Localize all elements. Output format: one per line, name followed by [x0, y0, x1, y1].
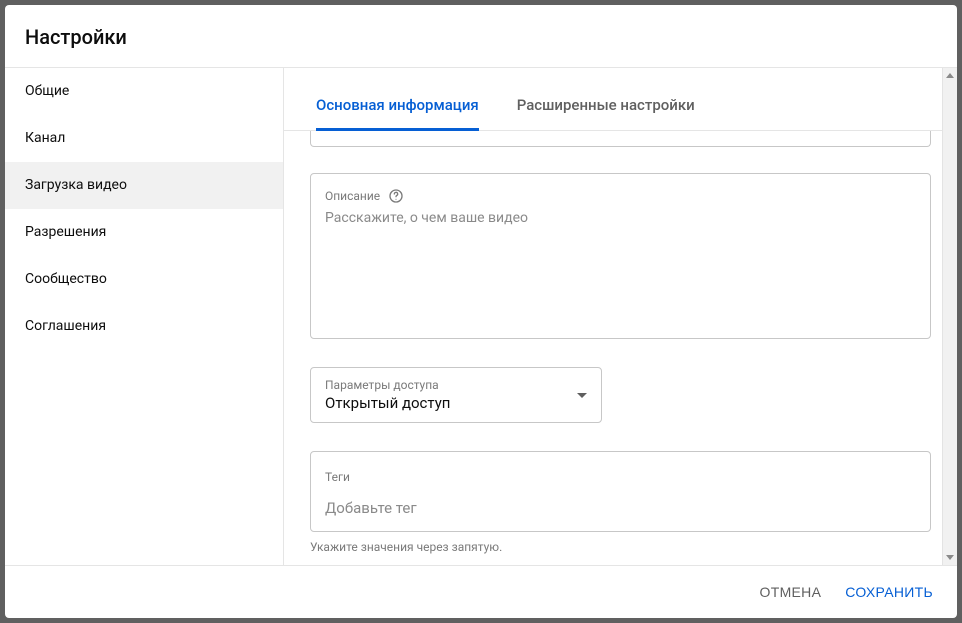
help-icon[interactable]: [388, 188, 404, 204]
modal-footer: ОТМЕНА СОХРАНИТЬ: [5, 565, 957, 618]
tab-advanced-settings[interactable]: Расширенные настройки: [517, 68, 695, 131]
sidebar-item-upload-defaults[interactable]: Загрузка видео: [5, 162, 283, 209]
modal-title: Настройки: [25, 25, 937, 49]
content-wrap: Основная информация Расширенные настройк…: [284, 68, 957, 565]
chevron-down-icon: [577, 393, 587, 398]
arrow-down-icon: [946, 555, 954, 560]
modal-header: Настройки: [5, 5, 957, 68]
save-button[interactable]: СОХРАНИТЬ: [845, 584, 933, 600]
scroll-up-button[interactable]: [943, 68, 957, 83]
sidebar-item-agreements[interactable]: Соглашения: [5, 303, 283, 350]
settings-sidebar: Общие Канал Загрузка видео Разрешения Со…: [5, 68, 284, 565]
privacy-select[interactable]: Параметры доступа Открытый доступ: [310, 367, 602, 423]
description-label: Описание: [325, 189, 380, 203]
description-textarea[interactable]: [325, 210, 916, 320]
modal-body: Общие Канал Загрузка видео Разрешения Со…: [5, 68, 957, 565]
cancel-button[interactable]: ОТМЕНА: [760, 584, 822, 600]
tags-helper-text: Укажите значения через запятую.: [310, 540, 931, 554]
form-scroll-area[interactable]: Описание Параметры доступа: [284, 131, 957, 565]
sidebar-item-channel[interactable]: Канал: [5, 115, 283, 162]
tags-input[interactable]: [325, 499, 916, 517]
tags-label: Теги: [325, 470, 350, 484]
tags-field[interactable]: Теги: [310, 451, 931, 532]
privacy-select-col: Параметры доступа Открытый доступ: [325, 378, 450, 412]
title-field-bottom[interactable]: [310, 131, 931, 147]
settings-modal: Настройки Общие Канал Загрузка видео Раз…: [5, 5, 957, 618]
sidebar-item-permissions[interactable]: Разрешения: [5, 209, 283, 256]
scroll-down-button[interactable]: [943, 550, 957, 565]
description-label-row: Описание: [325, 188, 916, 204]
tab-basic-info[interactable]: Основная информация: [316, 68, 479, 131]
content-tabs: Основная информация Расширенные настройк…: [284, 68, 957, 131]
privacy-value: Открытый доступ: [325, 394, 450, 412]
sidebar-item-general[interactable]: Общие: [5, 68, 283, 115]
arrow-up-icon: [946, 73, 954, 78]
privacy-label: Параметры доступа: [325, 378, 450, 392]
sidebar-item-community[interactable]: Сообщество: [5, 256, 283, 303]
description-field[interactable]: Описание: [310, 173, 931, 339]
content-scrollbar[interactable]: [942, 68, 957, 565]
